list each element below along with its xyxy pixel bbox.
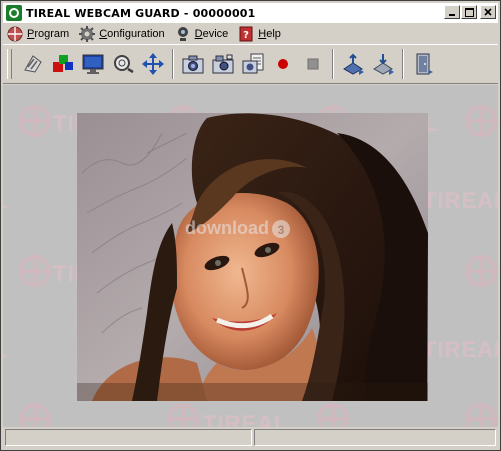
- magnifier-icon: [114, 55, 134, 74]
- toolbar-separator: [402, 49, 404, 79]
- minimize-button[interactable]: [444, 5, 460, 19]
- status-panel-1: [5, 429, 252, 446]
- connect-tool[interactable]: [18, 48, 48, 80]
- zoom-tool[interactable]: [108, 48, 138, 80]
- menu-help-label: Help: [258, 27, 281, 40]
- webcam-frame: [77, 113, 428, 401]
- svg-text:?: ?: [243, 30, 249, 41]
- connector-icon: [24, 55, 42, 73]
- menu-help[interactable]: ? Help: [238, 25, 281, 43]
- stop-icon: [307, 58, 319, 70]
- close-button[interactable]: [480, 5, 496, 19]
- status-panel-2: [254, 429, 496, 446]
- download-logo-icon: 3: [272, 219, 290, 238]
- colored-squares-icon: [53, 55, 73, 72]
- menu-bar: Program Configuration Device ? Help: [3, 24, 498, 43]
- maximize-icon: [464, 7, 474, 17]
- camera-icon: [182, 55, 204, 74]
- record-icon: [278, 59, 288, 69]
- download-icon: [373, 54, 394, 75]
- svg-text:3: 3: [278, 223, 285, 237]
- watermark-text: TIREAL: [423, 337, 498, 362]
- camera-multi-icon: [242, 53, 264, 74]
- upload-icon: [343, 53, 364, 75]
- minimize-icon: [449, 14, 455, 16]
- video-area[interactable]: TIREAL TIREAL TIREAL TIREAL TIREAL TIREA…: [3, 85, 498, 427]
- watermark-text: TIREAL: [3, 188, 8, 214]
- menu-device-label: Device: [194, 27, 229, 40]
- monitor-icon: [82, 54, 104, 74]
- stop-tool[interactable]: [298, 48, 328, 80]
- camera-flash-icon: [212, 54, 234, 74]
- move-tool[interactable]: [138, 48, 168, 80]
- color-settings-tool[interactable]: [48, 48, 78, 80]
- multi-capture-tool[interactable]: [238, 48, 268, 80]
- webcam-icon: [177, 26, 188, 41]
- door-exit-icon: [416, 53, 433, 75]
- window-title: TIREAL WEBCAM GUARD - 00000001: [26, 6, 256, 20]
- four-arrows-icon: [142, 53, 164, 75]
- record-tool[interactable]: [268, 48, 298, 80]
- menu-configuration[interactable]: Configuration: [79, 25, 165, 43]
- watermark-text: TIREAL: [423, 188, 498, 213]
- status-bar: [3, 429, 498, 448]
- app-logo-icon: [6, 5, 22, 21]
- toolbar-grip[interactable]: [7, 49, 12, 79]
- watermark-text: TIREAL: [3, 337, 8, 363]
- toolbar-separator: [172, 49, 174, 79]
- watermark-text: TIREAL: [203, 411, 289, 427]
- toolbar-separator: [332, 49, 334, 79]
- globe-icon: [7, 26, 23, 41]
- toolbar: [3, 44, 498, 84]
- monitor-tool[interactable]: [78, 48, 108, 80]
- capture-tool[interactable]: [178, 48, 208, 80]
- snapshot-tool[interactable]: [208, 48, 238, 80]
- close-icon: [484, 8, 492, 16]
- title-bar[interactable]: TIREAL WEBCAM GUARD - 00000001: [3, 3, 498, 23]
- window-controls: [443, 5, 496, 19]
- menu-program[interactable]: Program: [7, 25, 69, 43]
- menu-device[interactable]: Device: [175, 25, 229, 43]
- gear-icon: [79, 25, 96, 42]
- maximize-button[interactable]: [461, 5, 477, 19]
- menu-configuration-label: Configuration: [99, 27, 165, 40]
- app-window: TIREAL WEBCAM GUARD - 00000001 Program C…: [0, 0, 501, 451]
- download-watermark: download 3: [185, 218, 291, 239]
- menu-program-label: Program: [27, 27, 70, 40]
- upload-tool[interactable]: [338, 48, 368, 80]
- download-tool[interactable]: [368, 48, 398, 80]
- help-book-icon: ?: [239, 26, 253, 41]
- door-tool[interactable]: [408, 48, 438, 80]
